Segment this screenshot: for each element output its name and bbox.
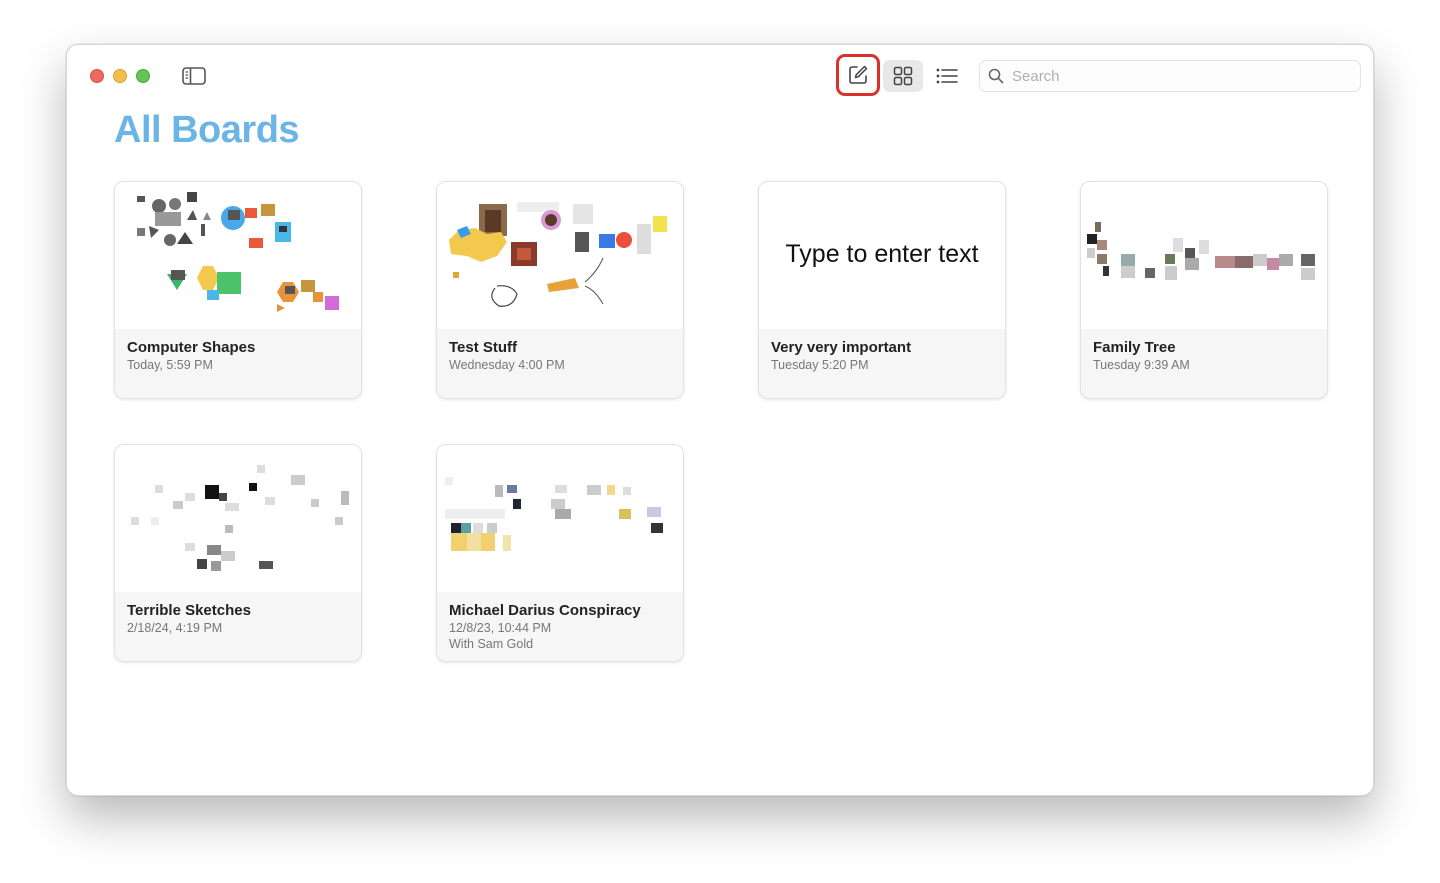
board-meta: Michael Darius Conspiracy 12/8/23, 10:44… [437, 592, 683, 661]
zoom-window-button[interactable] [136, 69, 150, 83]
minimize-window-button[interactable] [113, 69, 127, 83]
board-meta: Very very important Tuesday 5:20 PM [759, 329, 1005, 398]
board-title: Family Tree [1093, 339, 1176, 356]
board-thumbnail [437, 182, 683, 329]
board-meta: Test Stuff Wednesday 4:00 PM [437, 329, 683, 398]
board-date: Today, 5:59 PM [127, 358, 213, 372]
page-title: All Boards [114, 109, 300, 151]
search-field[interactable] [979, 60, 1361, 92]
board-title: Very very important [771, 339, 912, 356]
board-date: Tuesday 9:39 AM [1093, 358, 1190, 372]
board-date: Tuesday 5:20 PM [771, 358, 869, 372]
search-input[interactable] [1012, 67, 1342, 85]
traffic-lights [90, 69, 150, 83]
board-meta: Computer Shapes Today, 5:59 PM [115, 329, 361, 398]
board-shared-with: With Sam Gold [449, 637, 534, 651]
compose-icon [849, 65, 868, 84]
sidebar-toggle-button[interactable] [181, 64, 207, 88]
board-date: Wednesday 4:00 PM [449, 358, 565, 372]
list-view-icon [936, 68, 958, 84]
board-date: 12/8/23, 10:44 PM [449, 621, 552, 635]
board-title: Computer Shapes [127, 339, 256, 356]
close-window-button[interactable] [90, 69, 104, 83]
list-view-button[interactable] [927, 60, 967, 92]
board-card-terrible-sketches[interactable]: Terrible Sketches 2/18/24, 4:19 PM [114, 444, 362, 662]
board-thumbnail [115, 182, 361, 329]
board-meta: Terrible Sketches 2/18/24, 4:19 PM [115, 592, 361, 661]
board-card-very-very-important[interactable]: Type to enter text Very very important T… [758, 181, 1006, 399]
search-icon [988, 68, 1004, 84]
board-thumbnail [115, 445, 361, 592]
board-card-michael-darius-conspiracy[interactable]: Michael Darius Conspiracy 12/8/23, 10:44… [436, 444, 684, 662]
board-thumbnail: Type to enter text [759, 182, 1005, 329]
board-card-family-tree[interactable]: Family Tree Tuesday 9:39 AM [1080, 181, 1328, 399]
board-title: Terrible Sketches [127, 602, 251, 619]
sidebar-icon [182, 67, 206, 85]
grid-view-icon [893, 66, 913, 86]
board-thumbnail-text: Type to enter text [785, 240, 979, 268]
board-title: Test Stuff [449, 339, 518, 356]
app-window: All Boards [66, 44, 1374, 796]
board-thumbnail [437, 445, 683, 592]
board-title: Michael Darius Conspiracy [449, 602, 641, 619]
grid-view-button[interactable] [883, 60, 923, 92]
board-meta: Family Tree Tuesday 9:39 AM [1081, 329, 1327, 398]
board-date: 2/18/24, 4:19 PM [127, 621, 223, 635]
new-board-button[interactable] [836, 54, 880, 96]
board-card-test-stuff[interactable]: Test Stuff Wednesday 4:00 PM [436, 181, 684, 399]
board-thumbnail [1081, 182, 1327, 329]
board-card-computer-shapes[interactable]: Computer Shapes Today, 5:59 PM [114, 181, 362, 399]
